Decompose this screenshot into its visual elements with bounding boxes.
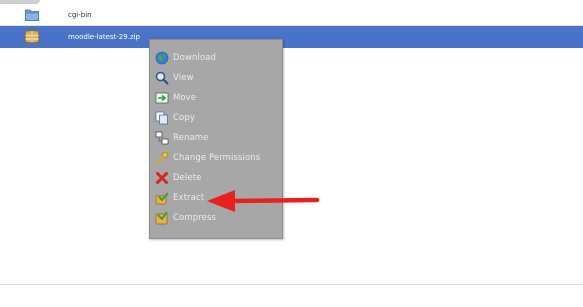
menu-item-delete[interactable]: Delete bbox=[152, 168, 282, 188]
menu-item-label: Delete bbox=[173, 173, 202, 183]
extract-icon bbox=[155, 192, 169, 205]
menu-item-view[interactable]: View bbox=[152, 68, 282, 88]
menu-item-label: Copy bbox=[173, 113, 195, 123]
menu-item-change-permissions[interactable]: Change Permissions bbox=[152, 148, 282, 168]
menu-item-download[interactable]: Download bbox=[152, 48, 282, 68]
menu-item-move[interactable]: Move bbox=[152, 88, 282, 108]
menu-item-rename[interactable]: Rename bbox=[152, 128, 282, 148]
file-name: moodle-latest-29.zip bbox=[68, 32, 141, 41]
menu-item-label: Rename bbox=[173, 133, 209, 143]
menu-item-label: Move bbox=[173, 93, 197, 103]
file-row-moodle-zip[interactable]: moodle-latest-29.zip bbox=[0, 26, 583, 48]
compress-icon bbox=[155, 211, 168, 225]
red-arrow-annotation bbox=[207, 190, 320, 212]
list-bottom-border bbox=[0, 284, 583, 285]
delete-icon bbox=[156, 172, 168, 184]
rename-icon bbox=[155, 131, 169, 145]
menu-item-label: Change Permissions bbox=[173, 153, 261, 163]
folder-icon bbox=[25, 9, 39, 21]
key-icon bbox=[156, 151, 169, 164]
menu-item-label: Compress bbox=[173, 213, 217, 223]
globe-download-icon bbox=[155, 51, 169, 65]
file-row-cgi-bin[interactable]: cgi-bin bbox=[0, 4, 583, 26]
move-icon bbox=[155, 92, 169, 104]
file-name: cgi-bin bbox=[68, 10, 92, 19]
magnifier-icon bbox=[155, 71, 169, 85]
menu-item-copy[interactable]: Copy bbox=[152, 108, 282, 128]
archive-icon bbox=[25, 30, 39, 43]
copy-icon bbox=[155, 111, 168, 125]
menu-item-label: Extract bbox=[173, 193, 205, 203]
menu-item-label: Download bbox=[173, 53, 217, 63]
menu-item-label: View bbox=[173, 73, 194, 83]
file-list: cgi-bin moodle-latest-29.zip bbox=[0, 4, 583, 48]
